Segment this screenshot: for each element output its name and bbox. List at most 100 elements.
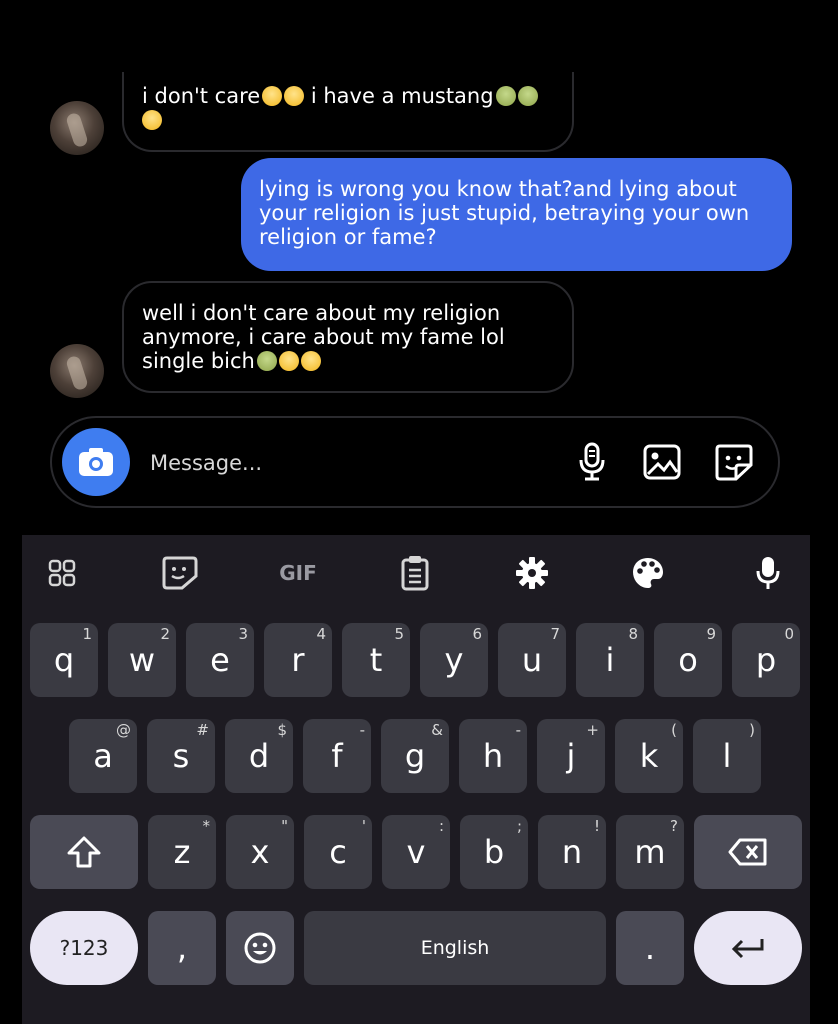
key-c[interactable]: c ': [304, 815, 372, 889]
key-hint: :: [438, 817, 444, 835]
enter-key[interactable]: [694, 911, 802, 985]
key-label: l: [722, 737, 732, 775]
key-f[interactable]: f-: [303, 719, 371, 793]
key-label: i: [605, 641, 615, 679]
message-line: your religion is just stupid, betraying …: [259, 201, 750, 225]
key-u[interactable]: u7: [498, 623, 566, 697]
message-input[interactable]: [148, 446, 552, 480]
key-hint: !: [593, 817, 600, 835]
key-o[interactable]: o9: [654, 623, 722, 697]
key-hint: 8: [628, 625, 638, 643]
sticker-icon: [162, 556, 198, 590]
enter-icon: [731, 939, 764, 959]
key-hint: 5: [394, 625, 404, 643]
key-z[interactable]: z *: [148, 815, 216, 889]
key-hint: ': [361, 817, 366, 835]
key-l[interactable]: l): [693, 719, 761, 793]
key-g[interactable]: g &: [381, 719, 449, 793]
key-n[interactable]: n!: [538, 815, 606, 889]
key-label: u: [521, 641, 543, 679]
backspace-key[interactable]: [694, 815, 802, 889]
backspace-icon: [728, 838, 767, 866]
avatar[interactable]: [50, 101, 104, 155]
key-h[interactable]: h-: [459, 719, 527, 793]
key-x[interactable]: x ": [226, 815, 294, 889]
key-b[interactable]: b;: [460, 815, 528, 889]
keyboard: GIF q 1 w 2 e 3 r 4 t 5 y 6 u 7 i 8 o 9 …: [22, 535, 810, 1024]
key-j[interactable]: j +: [537, 719, 605, 793]
microphone-button[interactable]: [572, 442, 612, 482]
message-line: lying is wrong you know that?and lying a…: [259, 177, 737, 201]
voice-input-button[interactable]: [748, 553, 788, 593]
key-r[interactable]: r4: [264, 623, 332, 697]
key-s[interactable]: s #: [147, 719, 215, 793]
key-label: k: [639, 737, 659, 775]
key-hint: 6: [472, 625, 482, 643]
microphone-icon: [579, 442, 605, 481]
emoji-icon: [244, 932, 276, 964]
avatar[interactable]: [50, 344, 104, 398]
camera-button[interactable]: [62, 428, 130, 496]
key-label: h: [482, 737, 504, 775]
key-m[interactable]: m?: [616, 815, 684, 889]
key-k[interactable]: k(: [615, 719, 683, 793]
incoming-message: i don't care i have a mustang: [122, 72, 574, 152]
key-hint: ?: [670, 817, 678, 835]
key-hint: 0: [784, 625, 794, 643]
key-hint: 7: [550, 625, 560, 643]
key-a[interactable]: a @: [69, 719, 137, 793]
key-label: c: [329, 833, 347, 871]
key-i[interactable]: i8: [576, 623, 644, 697]
comma-key[interactable]: ,: [148, 911, 216, 985]
emoji-icon: [142, 110, 162, 130]
gallery-button[interactable]: [642, 442, 682, 482]
key-hint: ;: [516, 817, 522, 835]
key-w[interactable]: w2: [108, 623, 176, 697]
microphone-icon: [756, 557, 780, 589]
sticker-button[interactable]: [714, 442, 754, 482]
message-composer: [50, 416, 780, 508]
key-e[interactable]: e3: [186, 623, 254, 697]
key-label: w: [128, 641, 156, 679]
period-key[interactable]: .: [616, 911, 684, 985]
key-label: v: [406, 833, 426, 871]
sticker-icon: [715, 444, 753, 481]
emoji-icon: [262, 86, 283, 106]
clipboard-icon: [401, 556, 429, 591]
emoji-key[interactable]: [226, 911, 294, 985]
gif-button[interactable]: GIF: [275, 553, 321, 593]
key-hint: +: [586, 721, 599, 739]
key-v[interactable]: v:: [382, 815, 450, 889]
sticker-keyboard-button[interactable]: [160, 553, 200, 593]
gear-icon: [516, 557, 548, 589]
theme-button[interactable]: [628, 553, 668, 593]
key-label: x: [250, 833, 270, 871]
key-d[interactable]: d $: [225, 719, 293, 793]
key-label: j: [566, 737, 576, 775]
key-y[interactable]: y6: [420, 623, 488, 697]
key-hint: *: [202, 817, 211, 835]
space-key[interactable]: English: [304, 911, 606, 985]
message-line: well i don't care about my religion: [142, 301, 501, 325]
key-hint: -: [359, 721, 365, 739]
key-hint: 4: [316, 625, 326, 643]
key-label: z: [173, 833, 191, 871]
key-q[interactable]: q1: [30, 623, 98, 697]
key-label: s: [172, 737, 190, 775]
shift-icon: [67, 836, 101, 868]
shift-key[interactable]: [30, 815, 138, 889]
key-label: n: [561, 833, 583, 871]
message-text: i don't care: [142, 84, 261, 108]
camera-icon: [79, 448, 113, 476]
settings-button[interactable]: [512, 553, 552, 593]
key-hint: 3: [238, 625, 248, 643]
key-t[interactable]: t5: [342, 623, 410, 697]
incoming-message: well i don't care about my religion anym…: [122, 281, 574, 393]
symbols-key[interactable]: ?123: [30, 911, 138, 985]
key-label: y: [444, 641, 464, 679]
emoji-icon: [256, 351, 277, 371]
apps-button[interactable]: [42, 553, 82, 593]
image-icon: [643, 444, 681, 480]
key-p[interactable]: p0: [732, 623, 800, 697]
clipboard-button[interactable]: [395, 553, 435, 593]
